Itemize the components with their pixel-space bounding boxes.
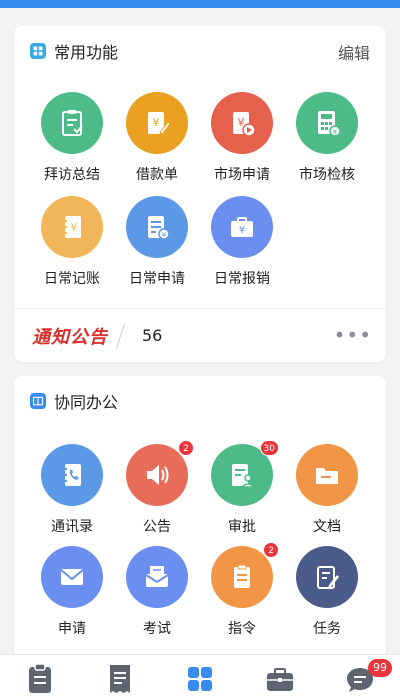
divider xyxy=(116,323,125,349)
loan-form-item[interactable]: ¥ 借款单 xyxy=(117,92,197,184)
exam-mail-icon xyxy=(126,546,188,608)
item-label: 日常报销 xyxy=(214,271,270,287)
item-label: 文档 xyxy=(313,519,341,535)
item-label: 通讯录 xyxy=(51,519,93,535)
instruction-item[interactable]: 2 指令 xyxy=(202,542,282,638)
folder-icon xyxy=(296,444,358,506)
daily-accounting-item[interactable]: ¥ 日常记账 xyxy=(32,196,112,288)
clipboard-icon: 2 xyxy=(211,542,279,608)
task-item[interactable]: 任务 xyxy=(287,546,367,638)
item-label: 借款单 xyxy=(136,167,178,183)
clipboard-tab-icon xyxy=(29,663,51,693)
unread-badge: 30 xyxy=(259,440,279,456)
receipt-tab-icon xyxy=(110,665,130,693)
contacts-item[interactable]: 通讯录 xyxy=(32,444,112,536)
item-label: 考试 xyxy=(143,621,171,637)
visit-summary-item[interactable]: 拜访总结 xyxy=(32,92,112,184)
svg-text:¥: ¥ xyxy=(239,225,245,236)
item-label: 审批 xyxy=(228,519,256,535)
item-label: 任务 xyxy=(313,621,341,637)
item-label: 申请 xyxy=(58,621,86,637)
edit-button[interactable]: 编辑 xyxy=(338,40,370,64)
cowork-title: 协同办公 xyxy=(54,393,119,412)
item-label: 指令 xyxy=(228,621,256,637)
svg-text:¥: ¥ xyxy=(333,128,338,136)
svg-text:¥: ¥ xyxy=(153,116,160,129)
speaker-icon: 2 xyxy=(126,440,194,506)
apps-grid-tab-icon xyxy=(188,667,212,691)
market-check-item[interactable]: ¥ 市场检核 xyxy=(287,92,367,184)
svg-text:¥: ¥ xyxy=(162,231,167,239)
messages-badge: 99 xyxy=(368,659,392,677)
tab-briefcase[interactable] xyxy=(260,663,300,699)
unread-badge: 2 xyxy=(178,440,194,456)
yuan-play-icon: ¥ xyxy=(211,92,273,154)
bottom-tab-bar: 99 xyxy=(0,654,400,700)
notice-bar[interactable]: 通知公告 56 ••• xyxy=(14,308,386,362)
notice-count: 56 xyxy=(142,326,163,345)
item-label: 日常记账 xyxy=(44,271,100,287)
briefcase-tab-icon xyxy=(267,668,293,691)
document-yuan-icon: ¥ xyxy=(126,196,188,258)
tab-receipt[interactable] xyxy=(100,663,140,699)
tab-apps[interactable] xyxy=(180,663,220,699)
ledger-icon: ¥ xyxy=(41,196,103,258)
common-functions-card: 常用功能 编辑 拜访总结 ¥ 借款单 ¥ 市场申请 ¥ 市场检核 ¥ 日常记账 … xyxy=(14,26,386,362)
notice-logo: 通知公告 xyxy=(32,327,108,348)
daily-reimburse-item[interactable]: ¥ 日常报销 xyxy=(202,196,282,288)
calculator-icon: ¥ xyxy=(296,92,358,154)
cowork-header: 协同办公 xyxy=(30,390,118,412)
tab-clipboard[interactable] xyxy=(20,663,60,699)
apps-icon xyxy=(30,43,46,59)
mail-icon xyxy=(41,546,103,608)
approval-item[interactable]: 30 审批 xyxy=(202,440,282,536)
more-icon[interactable]: ••• xyxy=(334,325,372,345)
apply-item[interactable]: 申请 xyxy=(32,546,112,638)
item-label: 市场检核 xyxy=(299,167,355,183)
item-label: 市场申请 xyxy=(214,167,270,183)
market-apply-item[interactable]: ¥ 市场申请 xyxy=(202,92,282,184)
office-icon xyxy=(30,393,46,409)
daily-apply-item[interactable]: ¥ 日常申请 xyxy=(117,196,197,288)
item-label: 拜访总结 xyxy=(44,167,100,183)
approval-icon: 30 xyxy=(211,440,279,506)
documents-item[interactable]: 文档 xyxy=(287,444,367,536)
task-edit-icon xyxy=(296,546,358,608)
item-label: 日常申请 xyxy=(129,271,185,287)
svg-text:¥: ¥ xyxy=(71,221,78,234)
clipboard-check-icon xyxy=(41,92,103,154)
yuan-edit-icon: ¥ xyxy=(126,92,188,154)
unread-badge: 2 xyxy=(263,542,279,558)
exam-item[interactable]: 考试 xyxy=(117,546,197,638)
briefcase-yuan-icon: ¥ xyxy=(211,196,273,258)
cowork-card: 协同办公 通讯录 2 公告 30 审批 文档 申请 考试 2 指令 任务 xyxy=(14,376,386,666)
status-bar xyxy=(0,0,400,8)
common-functions-title: 常用功能 xyxy=(54,43,119,62)
contacts-icon xyxy=(41,444,103,506)
tab-messages[interactable]: 99 xyxy=(340,659,392,699)
announcement-item[interactable]: 2 公告 xyxy=(117,440,197,536)
common-functions-header: 常用功能 xyxy=(30,40,118,62)
item-label: 公告 xyxy=(143,519,171,535)
